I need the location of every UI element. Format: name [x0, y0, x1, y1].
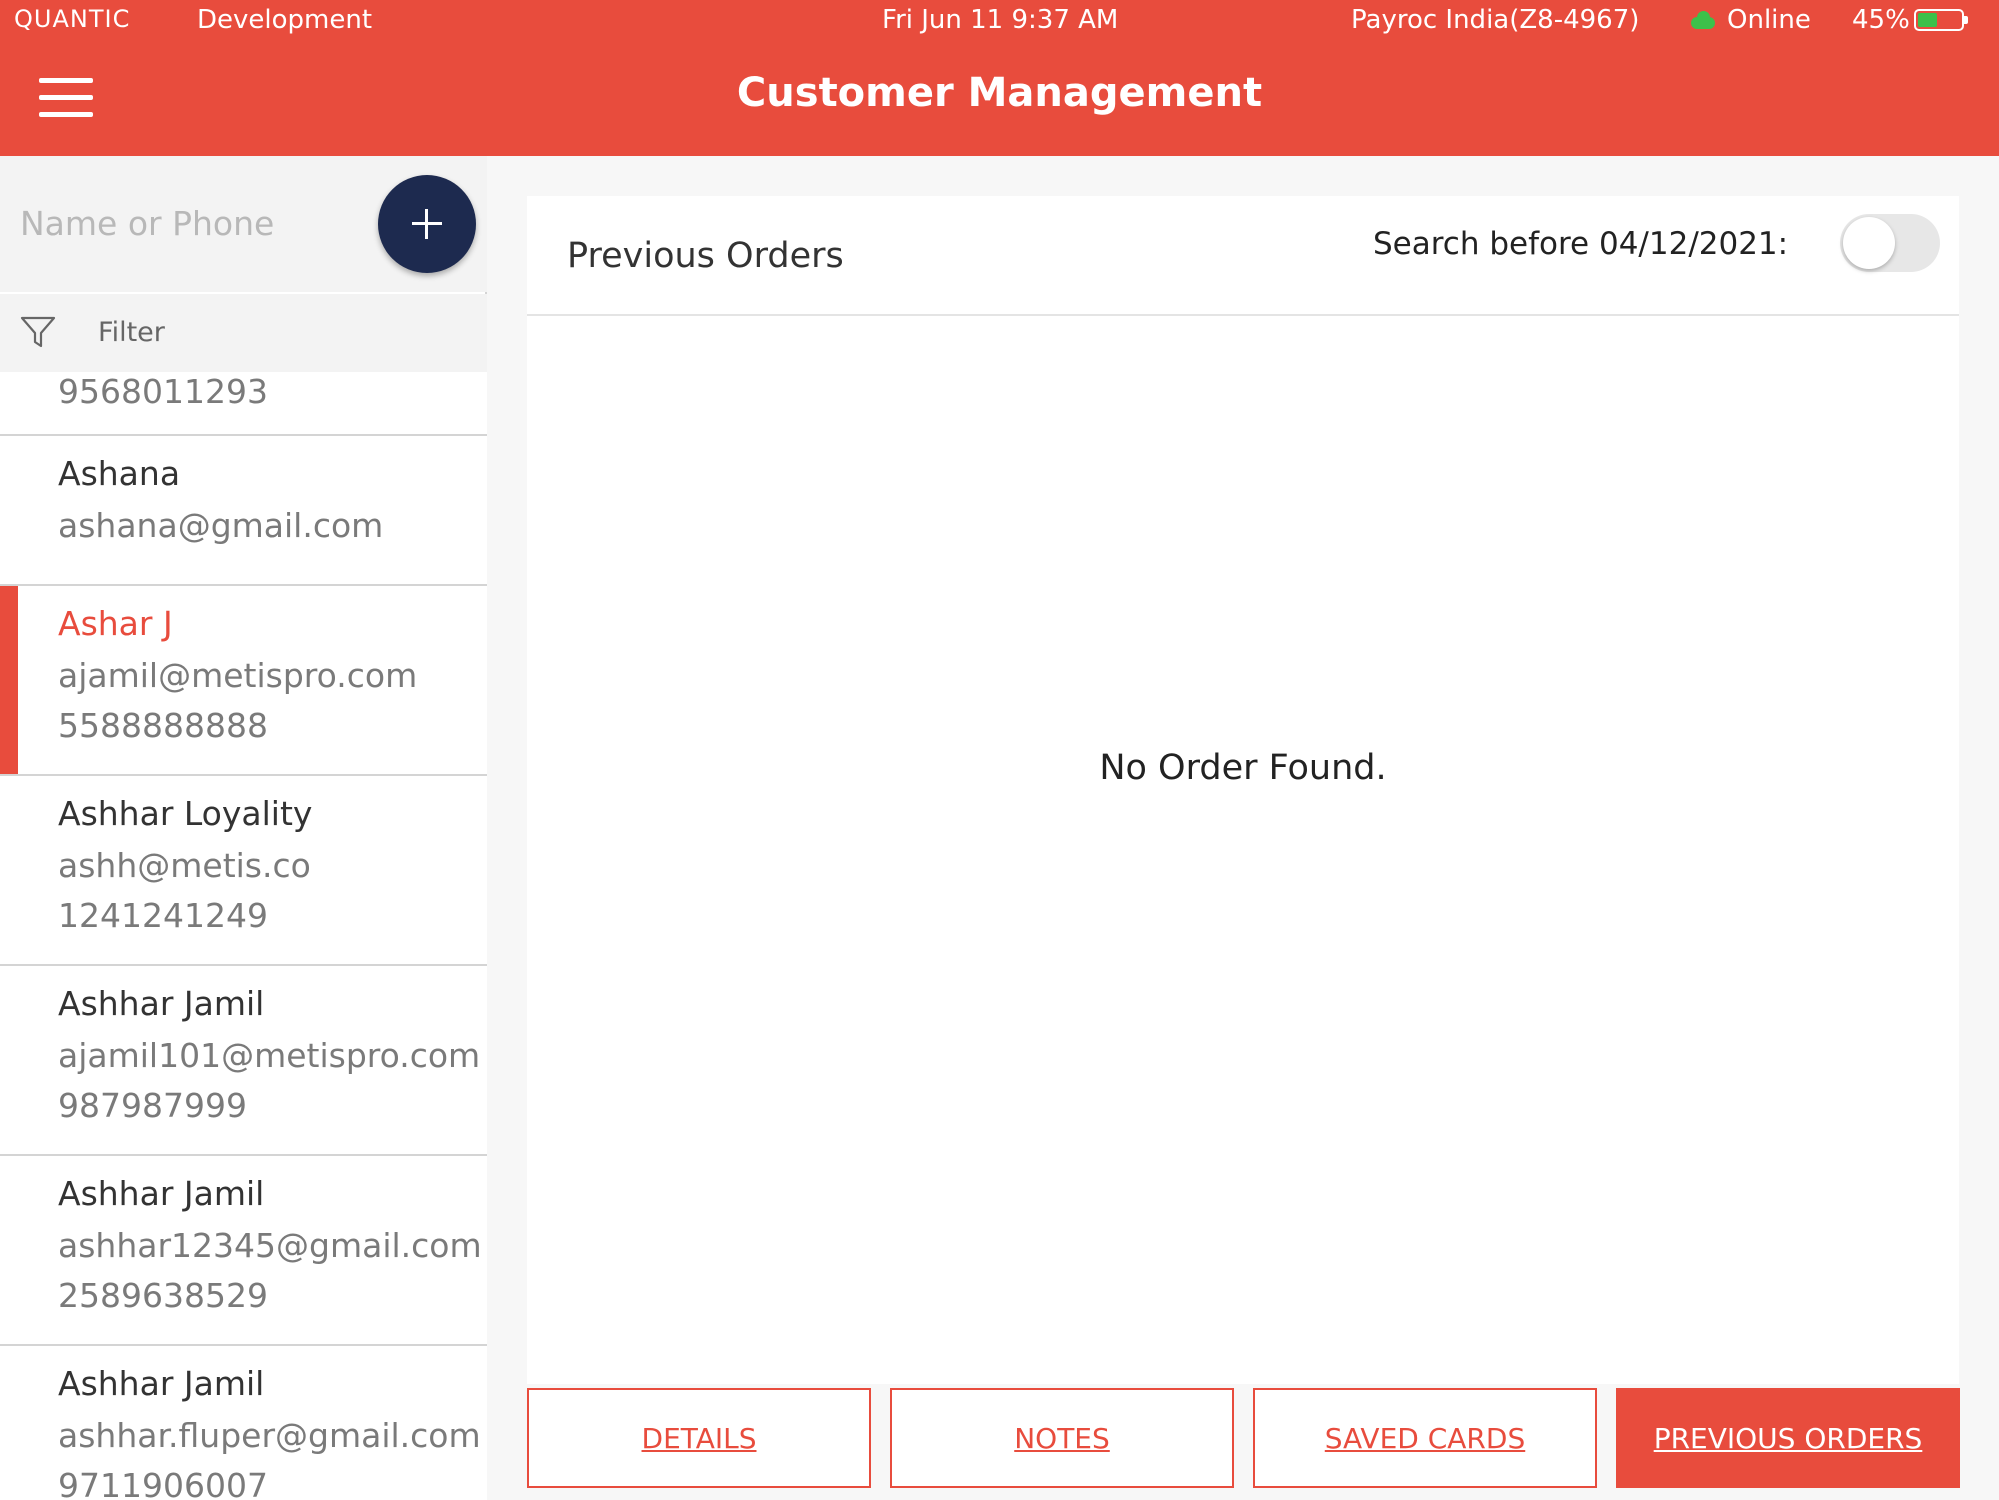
orders-panel-header: Previous Orders Search before 04/12/2021…: [527, 196, 1959, 316]
brand-logo: QUANTIC: [14, 5, 131, 33]
toggle-knob: [1843, 217, 1895, 269]
app-header: QUANTIC Development Fri Jun 11 9:37 AM P…: [0, 0, 1999, 156]
customer-name: Ashana: [58, 454, 181, 493]
filter-button[interactable]: Filter: [0, 294, 487, 372]
customer-list-item[interactable]: Ashhar Jamil ashhar12345@gmail.com 25896…: [0, 1156, 487, 1346]
connection-status: Online: [1689, 5, 1811, 35]
status-bar: QUANTIC Development Fri Jun 11 9:37 AM P…: [0, 0, 1999, 40]
customer-email: ajamil101@metispro.com: [58, 1036, 481, 1075]
customer-list-item[interactable]: Ashhar Jamil ashhar.fluper@gmail.com 971…: [0, 1346, 487, 1500]
customer-phone: 2589638529: [58, 1276, 268, 1315]
search-before-label: Search before 04/12/2021:: [1373, 226, 1789, 262]
cloud-icon: [1689, 11, 1717, 29]
funnel-icon: [20, 316, 56, 348]
customer-phone: 9568011293: [58, 372, 268, 411]
search-before-toggle[interactable]: [1840, 214, 1940, 272]
customer-list-item[interactable]: 9568011293: [0, 372, 487, 436]
environment-label: Development: [197, 5, 373, 35]
customer-list-item[interactable]: Ashhar Loyality ashh@metis.co 1241241249: [0, 776, 487, 966]
tab-notes[interactable]: NOTES: [890, 1388, 1234, 1488]
battery-label: 45%: [1852, 5, 1910, 35]
customer-name: Ashhar Jamil: [58, 1174, 265, 1213]
customer-phone: 5588888888: [58, 706, 268, 745]
customer-list[interactable]: 9568011293 Ashana ashana@gmail.com Ashar…: [0, 372, 487, 1500]
tab-saved-cards[interactable]: SAVED CARDS: [1253, 1388, 1597, 1488]
customer-name: Ashar J: [58, 604, 173, 643]
section-title: Previous Orders: [567, 236, 844, 276]
customer-email: ajamil@metispro.com: [58, 656, 418, 695]
battery-status: 45%: [1852, 5, 1968, 35]
battery-icon: [1913, 9, 1968, 31]
customer-email: ashhar12345@gmail.com: [58, 1226, 482, 1265]
customer-sidebar: Filter 9568011293 Ashana ashana@gmail.co…: [0, 156, 487, 1500]
customer-phone: 9711906007: [58, 1466, 268, 1500]
battery-fill: [1917, 13, 1937, 27]
page-title: Customer Management: [736, 70, 1263, 116]
tab-details[interactable]: DETAILS: [527, 1388, 871, 1488]
customer-name: Ashhar Loyality: [58, 794, 313, 833]
customer-email: ashana@gmail.com: [58, 506, 384, 545]
filter-label: Filter: [98, 317, 165, 348]
connection-label: Online: [1727, 5, 1811, 35]
customer-search-input[interactable]: [20, 202, 350, 244]
customer-email: ashh@metis.co: [58, 846, 311, 885]
customer-list-item[interactable]: Ashhar Jamil ajamil101@metispro.com 9879…: [0, 966, 487, 1156]
store-label: Payroc India(Z8-4967): [1351, 5, 1640, 35]
add-customer-button[interactable]: [378, 175, 476, 273]
empty-state-message: No Order Found.: [1099, 748, 1387, 788]
tab-previous-orders[interactable]: PREVIOUS ORDERS: [1616, 1388, 1960, 1488]
customer-email: ashhar.fluper@gmail.com: [58, 1416, 481, 1455]
customer-name: Ashhar Jamil: [58, 984, 265, 1023]
app-frame: QUANTIC Development Fri Jun 11 9:37 AM P…: [0, 0, 1999, 1500]
datetime-label: Fri Jun 11 9:37 AM: [882, 5, 1119, 35]
customer-phone: 1241241249: [58, 896, 268, 935]
search-area: [0, 156, 487, 292]
customer-name: Ashhar Jamil: [58, 1364, 265, 1403]
customer-list-item[interactable]: Ashana ashana@gmail.com: [0, 436, 487, 586]
orders-panel: Previous Orders Search before 04/12/2021…: [527, 196, 1959, 1384]
customer-phone: 987987999: [58, 1086, 247, 1125]
customer-list-item-selected[interactable]: Ashar J ajamil@metispro.com 5588888888: [0, 586, 487, 776]
